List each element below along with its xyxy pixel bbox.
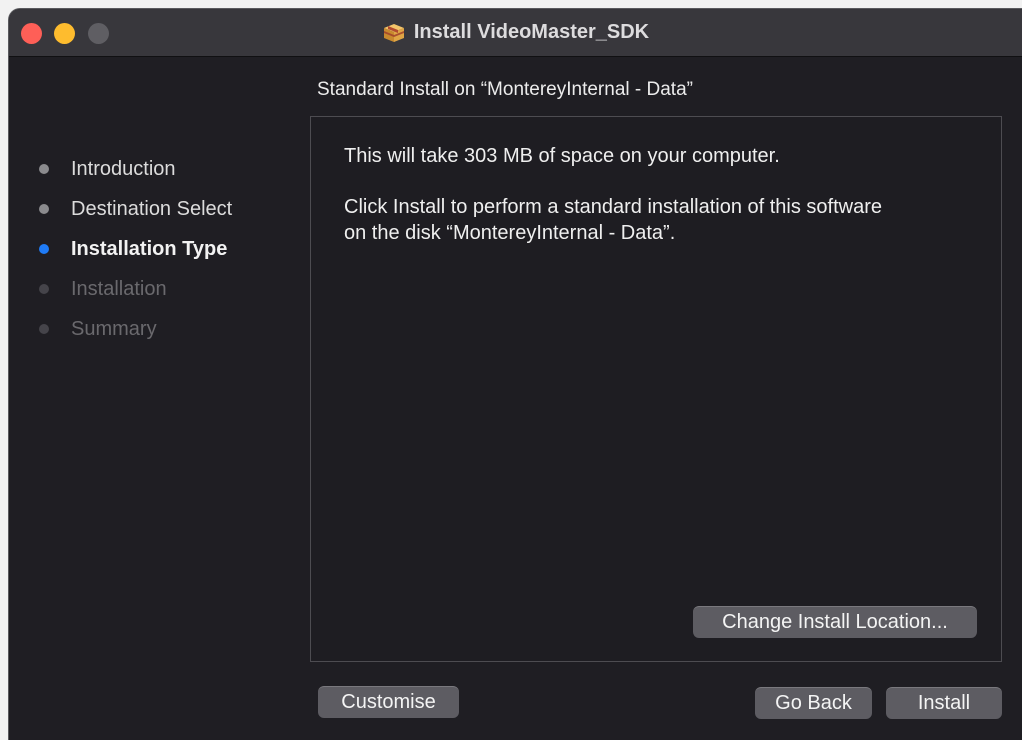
step-dot-icon: [39, 244, 49, 254]
go-back-button[interactable]: Go Back: [755, 687, 872, 719]
instruction-text-line-2: on the disk “MontereyInternal - Data”.: [344, 222, 676, 244]
window-title-container: Install VideoMaster_SDK: [9, 9, 1022, 56]
step-dot-icon: [39, 324, 49, 334]
step-dot-icon: [39, 164, 49, 174]
step-label: Installation Type: [71, 237, 228, 260]
step-label: Introduction: [71, 157, 176, 180]
content-panel: This will take 303 MB of space on your c…: [310, 116, 1002, 662]
space-required-text: This will take 303 MB of space on your c…: [344, 145, 780, 167]
steps-sidebar: Introduction Destination Select Installa…: [39, 149, 232, 349]
title-bar: Install VideoMaster_SDK: [9, 9, 1022, 57]
step-label: Destination Select: [71, 197, 233, 220]
step-dot-icon: [39, 284, 49, 294]
package-icon: [382, 22, 406, 44]
step-dot-icon: [39, 204, 49, 214]
customise-button[interactable]: Customise: [318, 686, 459, 718]
instruction-text-line-1: Click Install to perform a standard inst…: [344, 196, 883, 218]
installer-window: Install VideoMaster_SDK Standard Install…: [8, 8, 1022, 740]
step-installation: Installation: [39, 269, 232, 309]
install-button[interactable]: Install: [886, 687, 1002, 719]
step-label: Installation: [71, 277, 167, 300]
step-label: Summary: [71, 317, 157, 340]
window-title: Install VideoMaster_SDK: [413, 21, 650, 43]
step-destination-select: Destination Select: [39, 189, 232, 229]
step-summary: Summary: [39, 309, 232, 349]
step-introduction: Introduction: [39, 149, 232, 189]
change-install-location-button[interactable]: Change Install Location...: [693, 606, 977, 638]
install-subtitle: Standard Install on “MontereyInternal - …: [317, 79, 693, 100]
step-installation-type: Installation Type: [39, 229, 232, 269]
